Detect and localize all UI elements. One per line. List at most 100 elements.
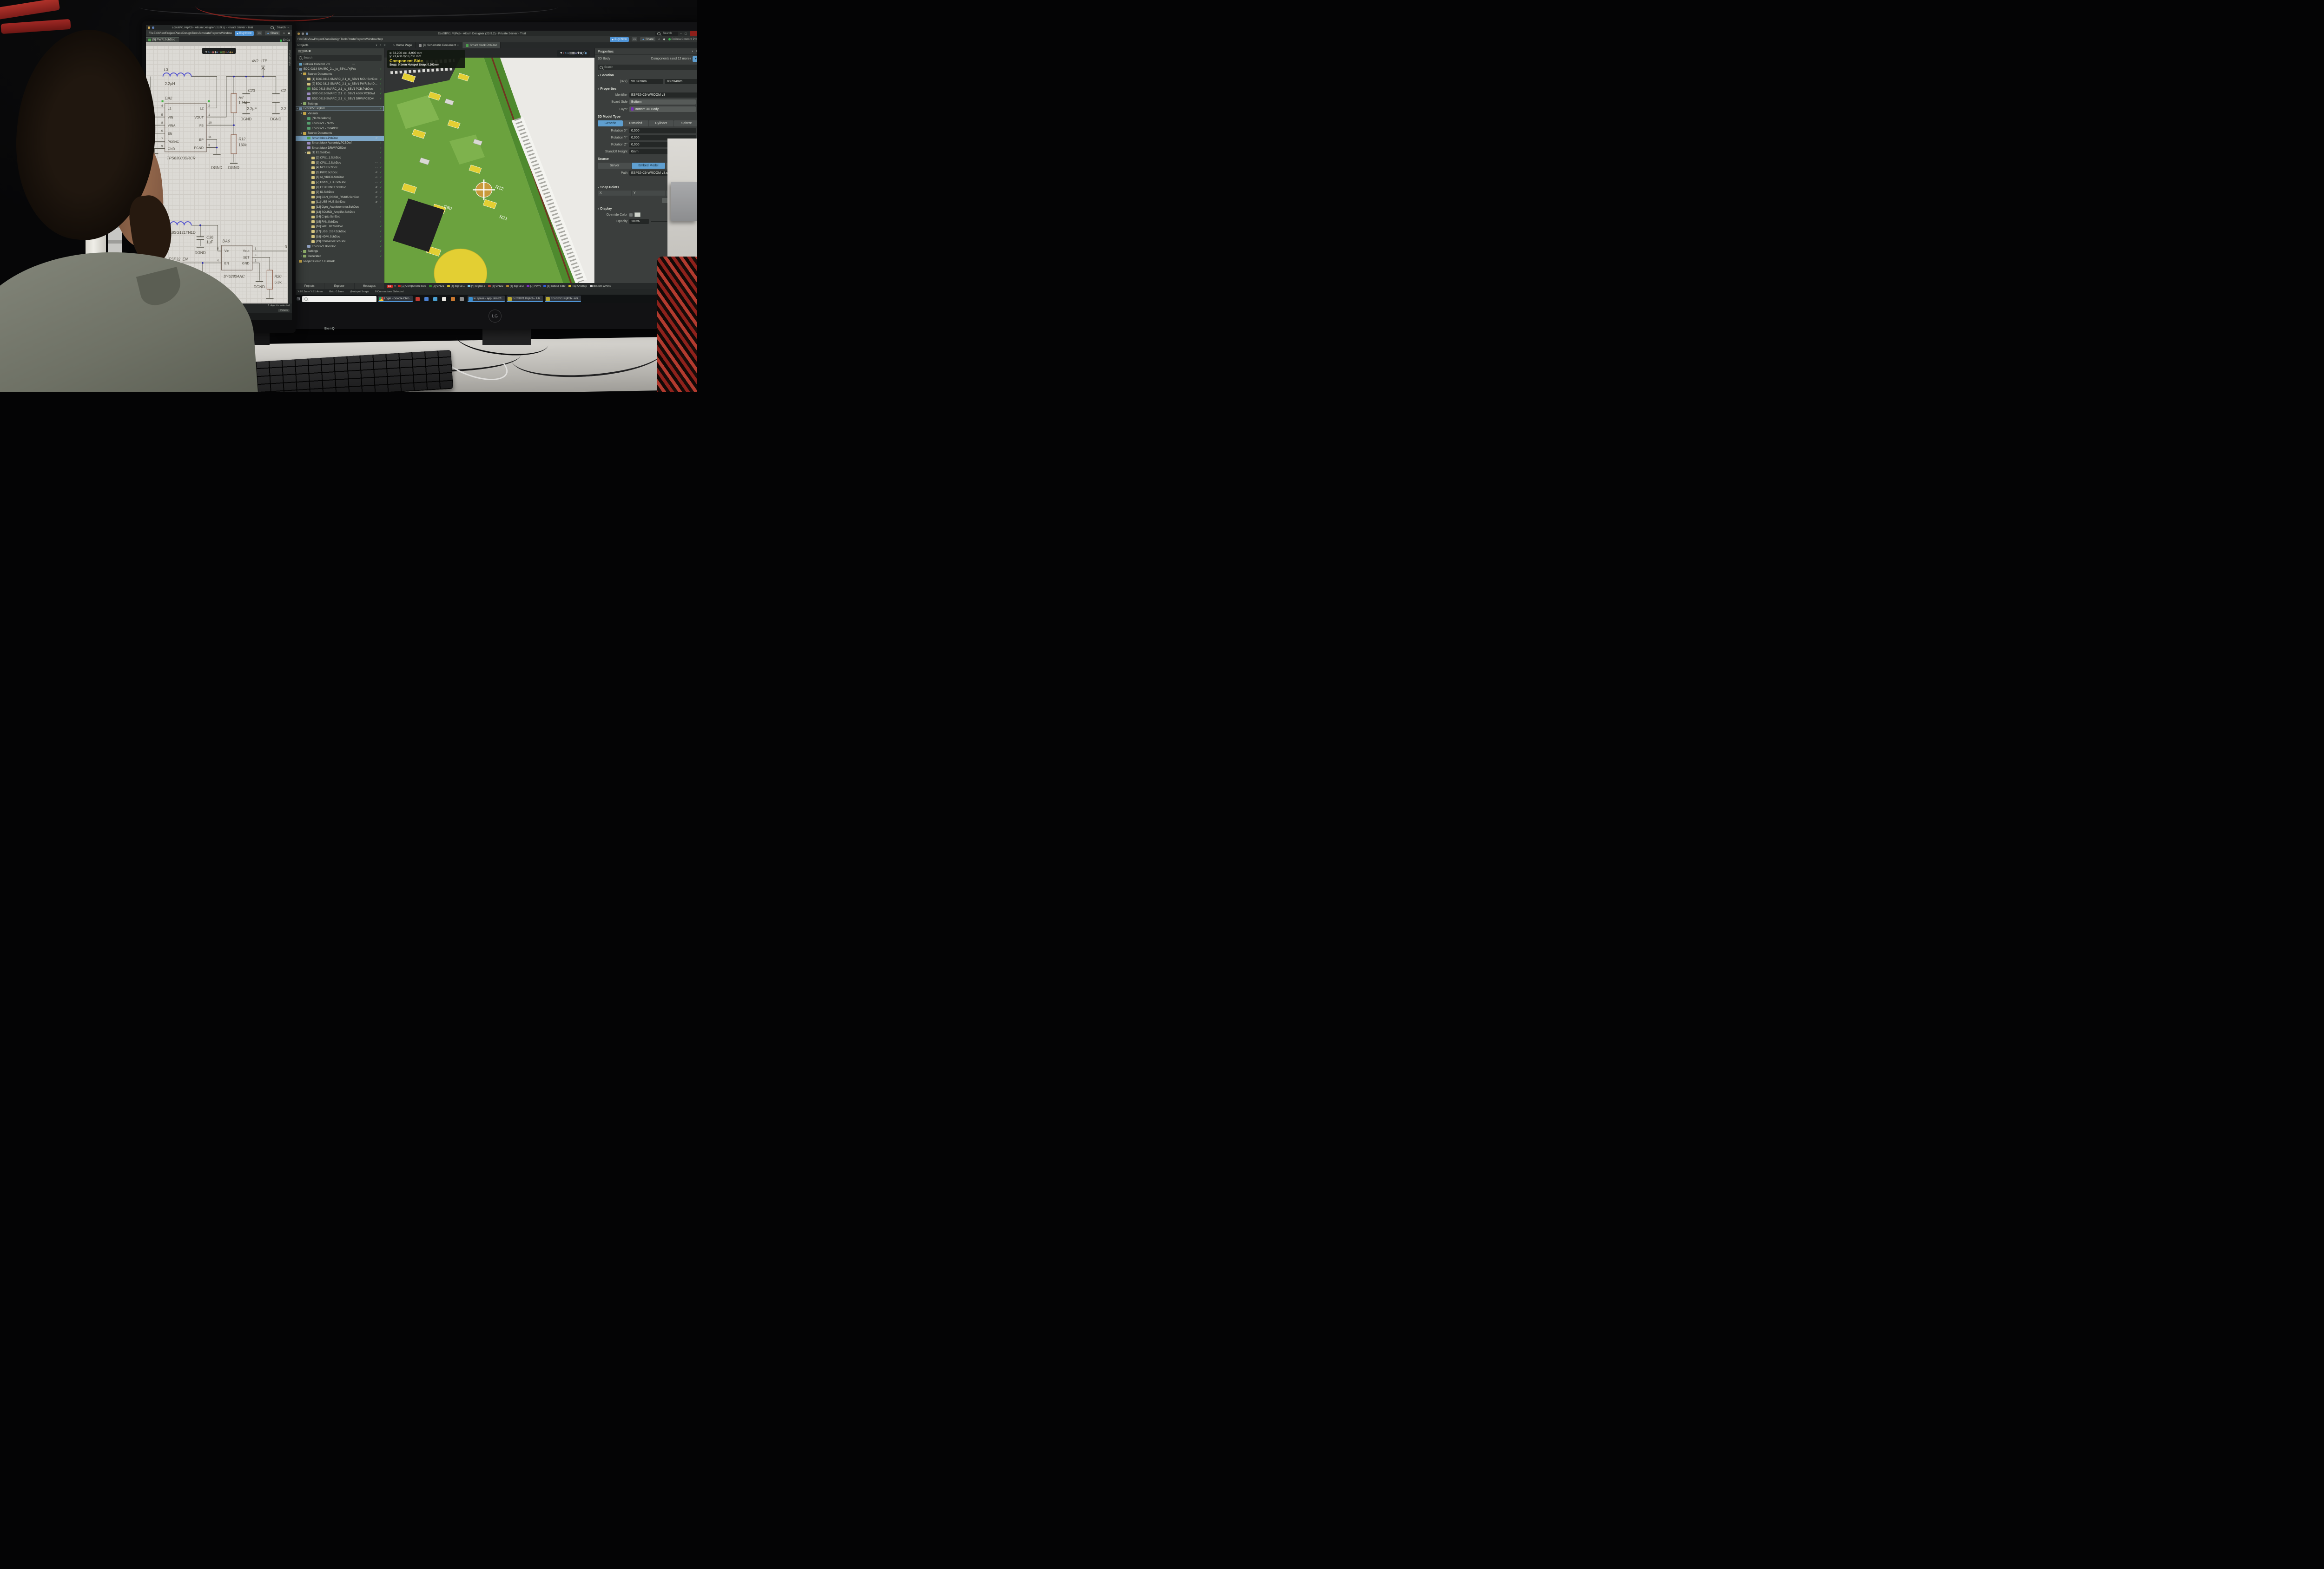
- panel-header-icons[interactable]: ▾ • ✕: [376, 44, 387, 47]
- tree-row[interactable]: [12] Gyro_Accelerometer.SchDoc ✓: [295, 204, 384, 210]
- tree-expander[interactable]: ▾: [296, 107, 299, 110]
- model-type-option[interactable]: Extruded: [623, 120, 648, 126]
- identifier-field[interactable]: ESP32-C6-WROOM v3: [629, 92, 697, 98]
- menu-item[interactable]: Design: [182, 32, 191, 35]
- source-option[interactable]: Server: [598, 163, 631, 169]
- gear-icon[interactable]: ✱: [288, 32, 290, 35]
- layer-tab[interactable]: [5] GND2: [488, 285, 503, 288]
- filter-button[interactable]: ▼: [693, 56, 697, 62]
- tree-row[interactable]: ▾ Variants: [295, 111, 384, 116]
- layer-tab[interactable]: [1] Component Side: [398, 285, 426, 288]
- more-icon[interactable]: ⋯: [352, 63, 355, 66]
- menu-item[interactable]: Place: [175, 32, 182, 35]
- tree-row[interactable]: BDC-0313-SMARC_2.1_to_SBV1 DRW.PCBDwf ✓: [295, 96, 384, 101]
- model-type-option[interactable]: Sphere: [674, 120, 697, 126]
- tree-row[interactable]: ▸ Settings: [295, 101, 384, 106]
- override-color-swatch[interactable]: [634, 212, 640, 217]
- tree-expander[interactable]: ▾: [300, 112, 303, 115]
- menu-item[interactable]: File: [149, 32, 153, 35]
- encata-badge[interactable]: EnCata Concord Pro: [668, 38, 697, 41]
- menu-item[interactable]: Edit: [153, 32, 158, 35]
- menu-item[interactable]: Simulate: [199, 32, 211, 35]
- resistor-r12[interactable]: [231, 135, 237, 154]
- layer-tab[interactable]: [7] PWR: [527, 285, 541, 288]
- home-icon[interactable]: ⌂: [658, 38, 660, 41]
- menu-item[interactable]: Design: [331, 38, 340, 41]
- tree-expander[interactable]: ▾: [296, 68, 299, 71]
- layer-tab[interactable]: [8] Solder Side: [543, 285, 565, 288]
- taskbar-item[interactable]: [423, 296, 430, 302]
- section-location[interactable]: ▾Location: [595, 72, 697, 78]
- tree-row[interactable]: [7] GNSS_LTE.SchDoc ▱ ✓: [295, 180, 384, 185]
- layer-tab[interactable]: Top Overlay: [568, 285, 587, 288]
- windows-start-button[interactable]: ⊞: [297, 297, 300, 302]
- taskbar-item[interactable]: [459, 296, 466, 302]
- search-pill[interactable]: Search: [655, 32, 678, 36]
- tree-row[interactable]: [4] MCU.SchDoc ▱ ✓: [295, 165, 384, 170]
- tree-row[interactable]: ▾ BDC-0313-SMARC_2.1_to_SBV1.PrjPcb ✓: [295, 67, 384, 72]
- layer-tab[interactable]: [6] Signal 3: [506, 285, 524, 288]
- menu-item[interactable]: Reports: [211, 32, 221, 35]
- pcb-3d-viewport[interactable]: C50 R12 R21 x: 83,200 dx: -6,900 mm y: 9…: [384, 48, 594, 283]
- menu-item[interactable]: Reports: [356, 38, 366, 41]
- tree-row[interactable]: BDC-0313-SMARC_2.1_to_SBV1 ASSY.PCBDwf ✓: [295, 92, 384, 97]
- viewport-toolbar-icon[interactable]: ◉: [584, 52, 587, 55]
- tree-row[interactable]: BDC-0313-SMARC_2.1_to_SBV1 PCB.PcbDoc ✓: [295, 86, 384, 92]
- menu-item[interactable]: Project: [314, 38, 324, 41]
- taskbar-item[interactable]: [450, 296, 457, 302]
- snap-column-header[interactable]: Y: [632, 191, 665, 196]
- window-controls[interactable]: – ▢: [680, 32, 688, 35]
- tree-row[interactable]: Project Group 1.DsnWrk: [295, 259, 384, 264]
- panel-tab[interactable]: Messages: [355, 283, 384, 289]
- projects-search-input[interactable]: Search: [297, 55, 382, 61]
- windows-search-box[interactable]: [302, 296, 376, 302]
- layer-tab[interactable]: Bottom Overla: [590, 285, 611, 288]
- menu-item[interactable]: Edit: [302, 38, 307, 41]
- taskbar-item[interactable]: EcoSBV1.PrjPcb - Alti...: [545, 296, 581, 302]
- tree-row[interactable]: [8] ETHERNET.SchDoc ▱ ✓: [295, 185, 384, 190]
- tab-smart-block-pcbdoc[interactable]: Smart block.PcbDoc: [462, 42, 501, 48]
- tree-row[interactable]: ▾ Source Documents: [295, 131, 384, 136]
- menu-item[interactable]: Window: [221, 32, 232, 35]
- tree-expander[interactable]: ▸: [300, 250, 303, 253]
- menu-item[interactable]: View: [159, 32, 165, 35]
- projects-panel-header[interactable]: Projects ▾ • ✕: [295, 42, 390, 48]
- tree-row[interactable]: [14] Cripto.SchDoc ✓: [295, 214, 384, 219]
- share-button[interactable]: ▲Share: [265, 31, 280, 35]
- tree-row[interactable]: [1] BDC-0313-SMARC_2.1_to_SBV1 MCU.SchDo…: [295, 77, 384, 82]
- tree-expander[interactable]: ▾: [300, 132, 303, 135]
- comments-icon[interactable]: ▭: [257, 31, 262, 35]
- layer-tab[interactable]: [2] GND1: [429, 285, 444, 288]
- model-type-option[interactable]: Cylinder: [649, 120, 674, 126]
- tree-row[interactable]: [15] FAN.SchDoc ✓: [295, 219, 384, 224]
- menu-item[interactable]: View: [308, 38, 314, 41]
- tree-row[interactable]: [10] CAN_RS232_RS485.SchDoc ▱ ✓: [295, 195, 384, 200]
- canvas-toolbar-icon[interactable]: ●: [231, 51, 233, 54]
- tree-expander[interactable]: ▸: [300, 255, 303, 257]
- taskbar-item[interactable]: w_spase - app_stm32l...: [468, 296, 505, 302]
- panel-tab[interactable]: Explorer: [324, 283, 354, 289]
- collapsed-panel-strip[interactable]: PrNoAddGraphic: [288, 42, 292, 303]
- panel-tab[interactable]: Projects: [295, 283, 324, 289]
- buy-now-button[interactable]: ▸Buy Now: [235, 31, 254, 36]
- tree-expander[interactable]: ▾: [304, 152, 307, 154]
- layer-tab[interactable]: [3] Signal 1: [447, 285, 465, 288]
- x-field[interactable]: 90.872mm: [629, 79, 663, 84]
- tree-row[interactable]: [No Variations]: [295, 116, 384, 121]
- panel-header-icons[interactable]: ▾ ✕: [692, 50, 697, 53]
- scope-filter-label[interactable]: Components (and 12 more): [651, 57, 691, 60]
- right-monitor-screen[interactable]: EcoSBV1.PrjPcb - Altium Designer (23.9.2…: [295, 31, 697, 303]
- menu-item[interactable]: Help: [377, 38, 383, 41]
- resistor-r20[interactable]: [267, 270, 272, 289]
- tree-row[interactable]: ▾ Source Documents: [295, 72, 384, 77]
- rotation-x-field[interactable]: 0,000: [629, 128, 696, 133]
- menu-item[interactable]: Project: [165, 32, 175, 35]
- menu-item[interactable]: Tools: [191, 32, 198, 35]
- search-label[interactable]: Search: [277, 26, 286, 29]
- menu-item[interactable]: Tools: [340, 38, 347, 41]
- menu-item[interactable]: File: [297, 38, 302, 41]
- snap-column-header[interactable]: X: [598, 191, 631, 196]
- tree-row[interactable]: EcoSBV1 - miniPCIE: [295, 126, 384, 131]
- opacity-field[interactable]: 100%: [629, 219, 649, 224]
- tree-row[interactable]: ▾ EcoSBV1.PrjPcb ✓: [295, 106, 384, 111]
